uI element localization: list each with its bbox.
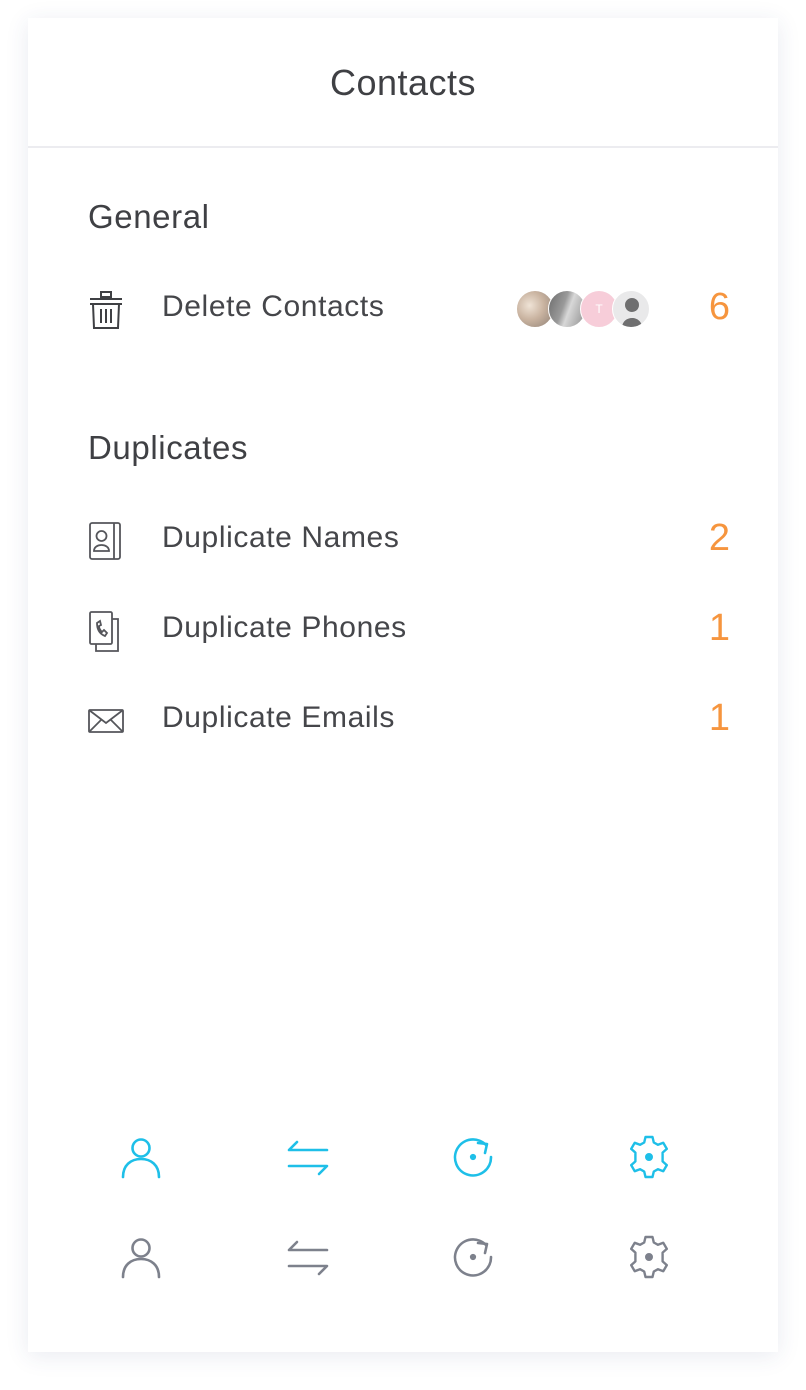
delete-contacts-label: Delete Contacts (162, 290, 385, 323)
duplicate-names-label: Duplicate Names (162, 521, 400, 554)
contact-card-icon (84, 519, 128, 563)
person-silhouette-icon (622, 298, 642, 327)
delete-contacts-count: 6 (708, 286, 730, 328)
tabbar-inactive (28, 1222, 778, 1292)
avatar (612, 290, 650, 328)
refresh-icon (453, 1138, 493, 1177)
duplicate-names-count: 2 (708, 517, 730, 559)
tabbar-active (28, 1122, 778, 1192)
duplicate-names-row[interactable]: Duplicate Names 2 (28, 511, 778, 571)
header-bar: Contacts (28, 18, 778, 148)
duplicate-emails-row[interactable]: Duplicate Emails 1 (28, 691, 778, 751)
avatar-initial: T (595, 302, 603, 316)
tab-settings[interactable] (614, 1222, 684, 1292)
phone-duplicate-icon (84, 609, 128, 653)
refresh-icon (453, 1238, 493, 1277)
section-title-general: General (88, 198, 210, 235)
duplicate-emails-label: Duplicate Emails (162, 701, 396, 734)
duplicate-phones-row[interactable]: Duplicate Phones 1 (28, 601, 778, 661)
tab-transfer[interactable] (272, 1122, 342, 1192)
swap-arrows-icon (287, 1240, 329, 1276)
gear-icon (630, 1235, 668, 1279)
tab-restore[interactable] (438, 1222, 508, 1292)
section-title-duplicates: Duplicates (88, 429, 249, 466)
duplicate-emails-count: 1 (708, 697, 730, 739)
person-icon (121, 1138, 161, 1179)
duplicate-phones-count: 1 (708, 607, 730, 649)
page-title: Contacts (329, 62, 477, 103)
envelope-icon (84, 699, 128, 743)
tab-restore[interactable] (438, 1122, 508, 1192)
trash-icon (84, 288, 128, 332)
tab-contacts[interactable] (106, 1122, 176, 1192)
duplicate-phones-label: Duplicate Phones (162, 611, 407, 644)
gear-icon (630, 1135, 668, 1179)
avatar-stack: T (516, 290, 656, 328)
tab-settings[interactable] (614, 1122, 684, 1192)
tab-contacts[interactable] (106, 1222, 176, 1292)
person-icon (121, 1238, 161, 1279)
contacts-panel: Contacts General Delete Contacts T 6 Dup… (28, 18, 778, 1352)
swap-arrows-icon (287, 1140, 329, 1176)
delete-contacts-row[interactable]: Delete Contacts T 6 (28, 280, 778, 340)
tab-transfer[interactable] (272, 1222, 342, 1292)
